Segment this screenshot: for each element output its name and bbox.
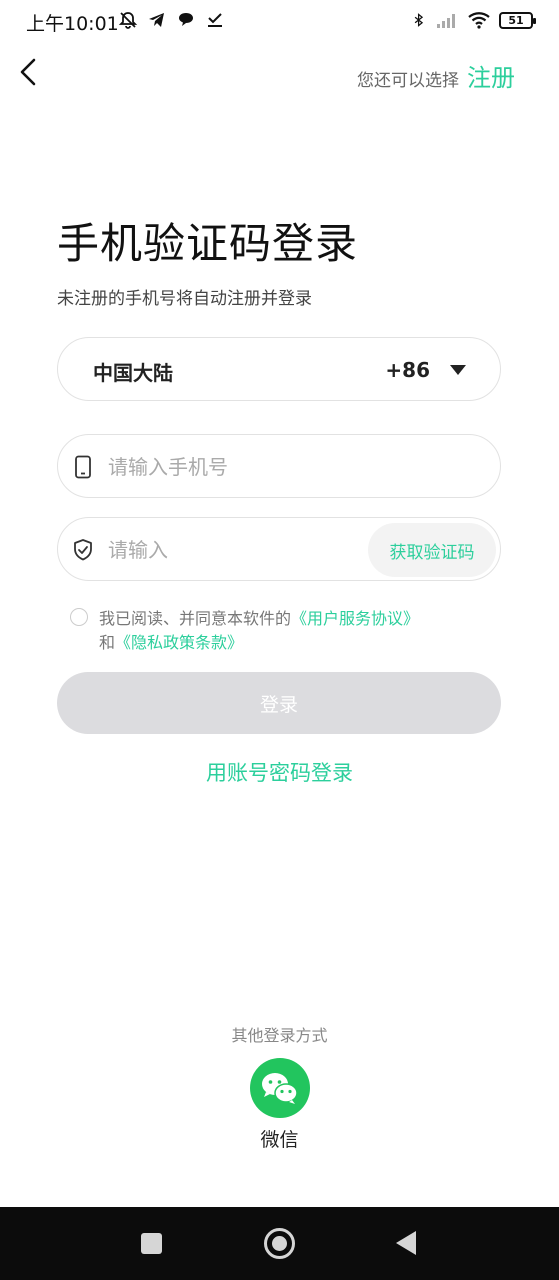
agreement-text: 我已阅读、并同意本软件的《用户服务协议》 (99, 605, 419, 629)
wechat-label: 微信 (260, 1129, 299, 1151)
login-screen: 上午10:01 51 您还可以选择 注册 手机验证码登录 未注册的手机号将自动注… (0, 0, 559, 1280)
get-code-button[interactable]: 获取验证码 (368, 523, 496, 577)
phone-input[interactable] (108, 449, 408, 485)
account-password-login-link[interactable]: 用账号密码登录 (0, 757, 559, 787)
nav-back-button[interactable] (396, 1231, 416, 1255)
telegram-icon (149, 13, 164, 27)
login-button[interactable]: 登录 (57, 672, 501, 734)
status-bar: 上午10:01 51 (0, 0, 559, 42)
status-time: 上午10:01 (26, 13, 119, 35)
bell-off-icon (118, 12, 138, 29)
privacy-policy-link[interactable]: 《隐私政策条款》 (115, 633, 243, 652)
region-name: 中国大陆 (93, 361, 173, 385)
wifi-icon (468, 12, 490, 29)
agreement-and: 和 (99, 633, 116, 652)
shield-check-icon (74, 539, 92, 561)
notification-icons (118, 10, 225, 30)
agreement-prefix: 我已阅读、并同意本软件的 (99, 609, 292, 628)
region-code: +86 (385, 358, 430, 382)
battery-icon: 51 (499, 11, 536, 29)
verification-code-input[interactable] (108, 532, 308, 568)
agreement-checkbox[interactable] (70, 608, 88, 626)
system-nav-bar (0, 1207, 559, 1280)
page-subtitle: 未注册的手机号将自动注册并登录 (57, 289, 312, 309)
verification-code-field: 获取验证码 (57, 517, 501, 581)
caret-down-icon (450, 365, 466, 375)
phone-icon (75, 455, 91, 479)
bluetooth-icon (414, 13, 424, 27)
system-icons: 51 (413, 10, 536, 30)
region-selector[interactable]: 中国大陆 +86 (57, 337, 501, 401)
agreement-text-line2: 和《隐私政策条款》 (99, 629, 243, 653)
signal-icon (437, 14, 455, 28)
register-link[interactable]: 注册 (467, 58, 515, 93)
service-agreement-link[interactable]: 《用户服务协议》 (291, 609, 419, 628)
register-hint: 您还可以选择 (357, 71, 459, 91)
wechat-login-button[interactable] (250, 1058, 310, 1118)
header-register-area: 您还可以选择 注册 (357, 58, 515, 93)
page-title: 手机验证码登录 (57, 219, 359, 268)
other-login-label: 其他登录方式 (231, 1026, 328, 1045)
download-check-icon (208, 13, 222, 27)
home-button[interactable] (264, 1228, 295, 1259)
phone-field (57, 434, 501, 498)
recents-button[interactable] (141, 1233, 162, 1254)
back-icon[interactable] (14, 54, 46, 90)
wechat-icon (262, 1073, 298, 1104)
chat-bubble-icon (179, 13, 193, 26)
